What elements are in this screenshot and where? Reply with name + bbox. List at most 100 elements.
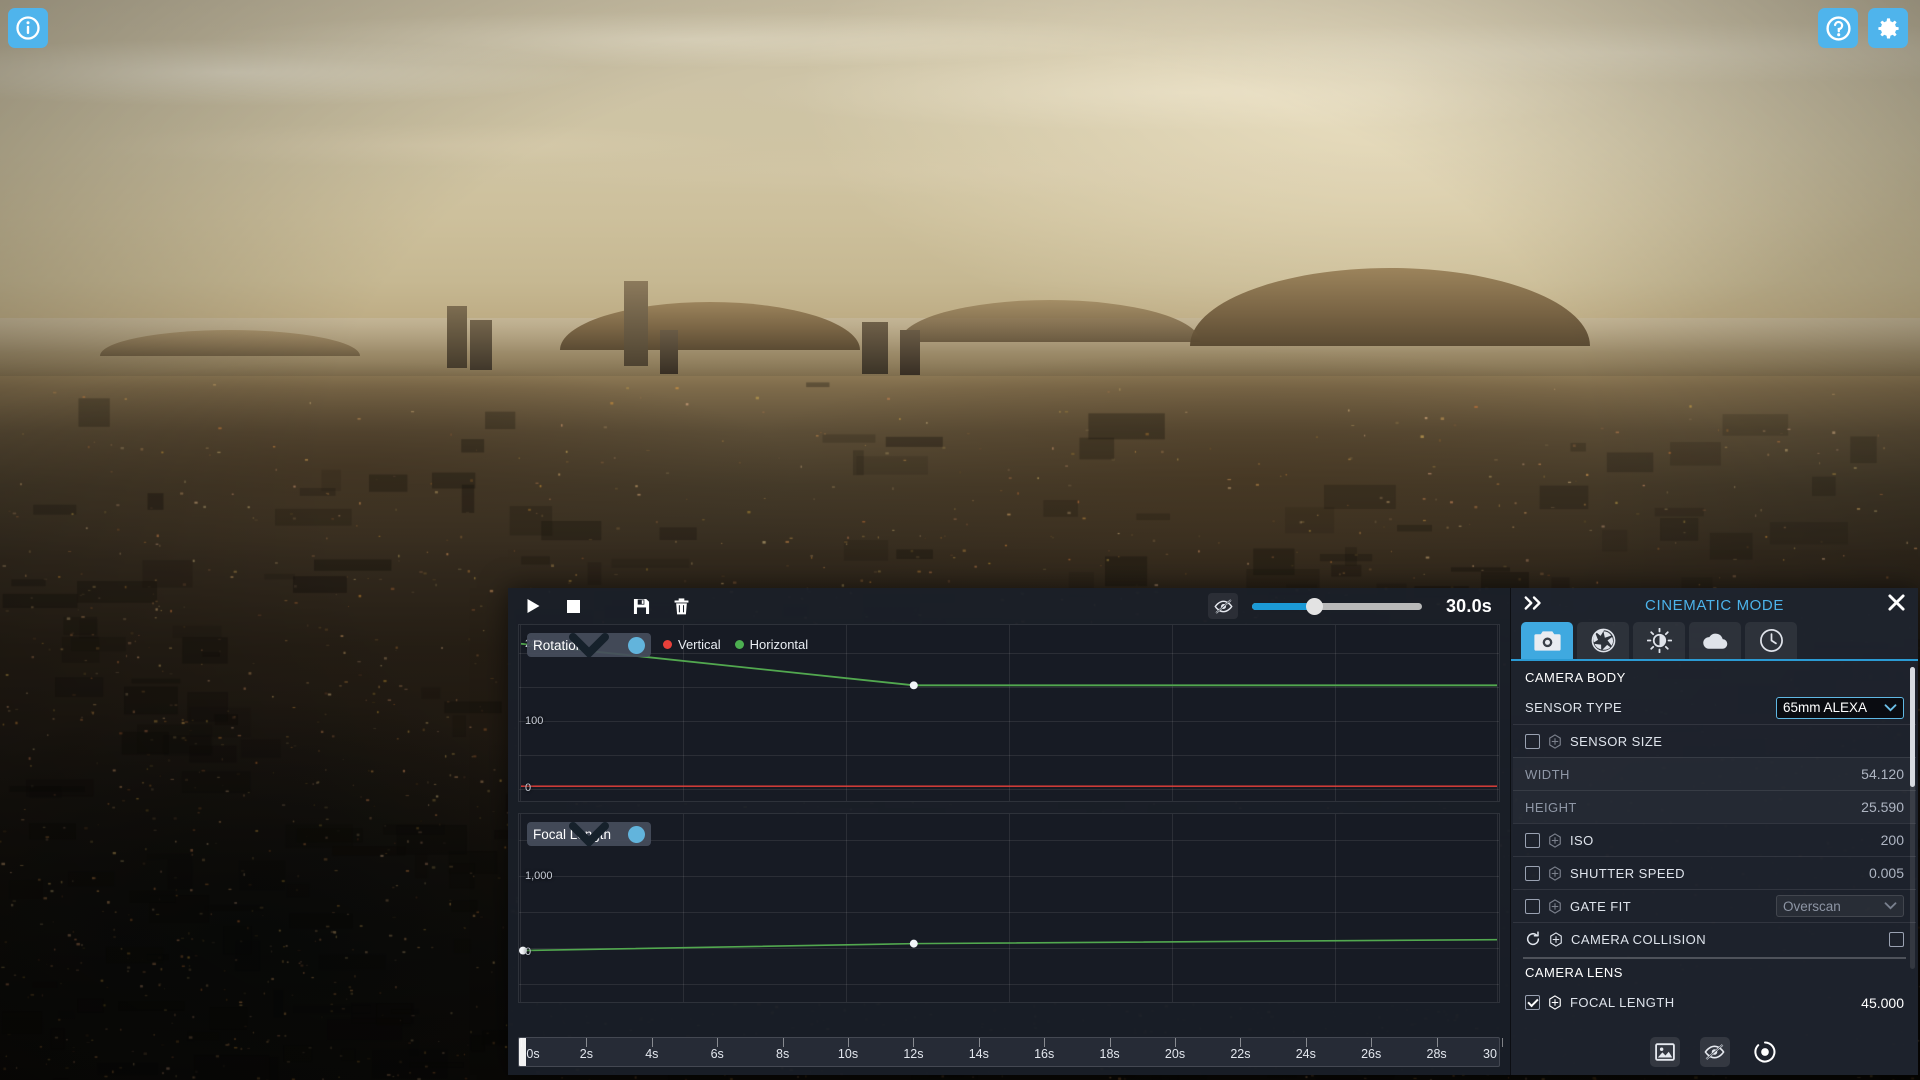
section-divider (1523, 957, 1906, 959)
row-focal-length[interactable]: FOCAL LENGTH 45.000 (1513, 986, 1916, 1019)
ruler-tick (848, 1038, 849, 1047)
toggle-curve-visibility-button[interactable] (1208, 593, 1238, 619)
legend-label-vertical: Vertical (678, 637, 721, 652)
graph-rotation-ytick-2: 0 (525, 782, 532, 794)
chevron-down-icon (569, 633, 645, 657)
row-width[interactable]: WIDTH 54.120 (1513, 757, 1916, 790)
legend-dot-horizontal (734, 640, 744, 649)
settings-footer (1511, 1029, 1918, 1075)
sensor-type-select[interactable]: 65mm ALEXA (1776, 696, 1904, 719)
play-icon (527, 599, 539, 613)
row-height-label: HEIGHT (1525, 799, 1577, 815)
graph-focal-length[interactable]: 1,000 0 Focal Length (518, 813, 1500, 1003)
tab-lens[interactable] (1577, 622, 1629, 659)
sensor-size-checkbox[interactable] (1525, 733, 1540, 749)
row-sensor-type[interactable]: SENSOR TYPE 65mm ALEXA (1513, 691, 1916, 724)
record-button[interactable] (1750, 1037, 1780, 1067)
row-iso-value: 200 (1880, 832, 1904, 848)
collapse-panel-button[interactable] (1523, 595, 1545, 616)
settings-scrollbar[interactable] (1910, 667, 1915, 787)
slider-knob[interactable] (1306, 597, 1324, 615)
delete-button[interactable] (668, 593, 694, 619)
hill-center (560, 302, 860, 350)
row-gate-fit[interactable]: GATE FIT Overscan (1513, 889, 1916, 922)
water-band (0, 318, 1920, 376)
gate-fit-value: Overscan (1783, 898, 1841, 914)
row-camera-collision[interactable]: CAMERA COLLISION (1513, 922, 1916, 955)
panel-title: CINEMATIC MODE (1645, 596, 1784, 614)
sky-clouds (0, 0, 1920, 330)
graph-rotation[interactable]: 200 100 0 Rotation Vertical (518, 624, 1500, 802)
settings-button[interactable] (1868, 8, 1908, 48)
gate-fit-select[interactable]: Overscan (1776, 895, 1904, 917)
graph-focal-wrap: 1,000 0 Focal Length (518, 813, 1500, 1003)
close-panel-button[interactable] (1887, 593, 1906, 617)
ruler-label: 16s (1034, 1047, 1055, 1061)
row-height[interactable]: HEIGHT 25.590 (1513, 790, 1916, 823)
add-keyframe-icon[interactable] (1548, 995, 1562, 1010)
add-keyframe-icon[interactable] (1548, 733, 1562, 749)
row-height-value: 25.590 (1861, 799, 1904, 815)
save-icon (633, 598, 649, 614)
tab-camera-body[interactable] (1521, 622, 1573, 659)
series-focal-length (521, 940, 1497, 951)
reset-icon[interactable] (1525, 931, 1541, 947)
hill-midright (900, 300, 1200, 342)
legend-dot-vertical (663, 640, 672, 649)
skyscraper-b (470, 320, 492, 370)
skyscraper-e (660, 330, 678, 374)
ruler-tick (1436, 1038, 1438, 1047)
focal-curve-svg (519, 814, 1499, 955)
add-keyframe-icon[interactable] (1548, 865, 1562, 881)
skyscraper-c (862, 322, 888, 374)
row-width-label: WIDTH (1525, 766, 1570, 782)
row-sensor-size-label: SENSOR SIZE (1570, 733, 1663, 749)
graph-focal-ytick-0: 1,000 (525, 870, 553, 882)
graph-rotation-ytick-1: 100 (525, 715, 544, 727)
add-keyframe-icon[interactable] (1548, 832, 1562, 848)
ruler-label: 8s (775, 1047, 790, 1061)
timeline-editor: 30.0s 100 0 Rotation Vertical Horizontal… (508, 588, 1511, 1075)
timeline-length-slider[interactable] (1252, 595, 1422, 617)
shutter-speed-checkbox[interactable] (1525, 865, 1540, 881)
row-shutter-speed[interactable]: SHUTTER SPEED 0.005 (1513, 856, 1916, 889)
terrain-haze-1 (0, 360, 800, 580)
close-icon (1888, 594, 1905, 611)
add-keyframe-icon[interactable] (1549, 931, 1563, 947)
save-button[interactable] (628, 593, 654, 619)
curve-selector-rotation[interactable]: Rotation (527, 633, 651, 657)
screenshot-button[interactable] (1649, 1037, 1680, 1067)
ruler-tick (913, 1038, 915, 1047)
curve-selector-focal-length[interactable]: Focal Length (527, 822, 651, 846)
camera-icon (1533, 630, 1561, 651)
iso-checkbox[interactable] (1525, 832, 1540, 848)
gate-fit-checkbox[interactable] (1525, 898, 1540, 914)
sensor-type-value: 65mm ALEXA (1783, 700, 1868, 715)
settings-body[interactable]: CAMERA BODY SENSOR TYPE 65mm ALEXA SENSO… (1511, 661, 1918, 1029)
tab-weather[interactable] (1689, 622, 1741, 659)
chevron-down-icon (1884, 703, 1897, 712)
row-sensor-size[interactable]: SENSOR SIZE (1513, 724, 1916, 757)
stop-button[interactable] (560, 593, 586, 619)
camera-collision-checkbox[interactable] (1889, 931, 1904, 947)
skyscraper-tall (624, 281, 648, 366)
row-iso[interactable]: ISO 200 (1513, 823, 1916, 856)
ruler-tick (1502, 1038, 1503, 1047)
graph-rotation-wrap: 200 100 0 Rotation Vertical (518, 624, 1500, 802)
aperture-icon (1591, 628, 1615, 653)
hide-ui-button[interactable] (1699, 1037, 1730, 1067)
chevron-double-right-icon (1524, 595, 1541, 610)
focal-length-checkbox[interactable] (1525, 995, 1540, 1010)
play-button[interactable] (520, 593, 546, 619)
ruler-label: 20s (1164, 1047, 1186, 1061)
tab-exposure[interactable] (1633, 622, 1685, 659)
info-button[interactable] (8, 8, 48, 48)
tab-time[interactable] (1745, 622, 1797, 659)
ruler-label: 30 (1483, 1047, 1497, 1061)
ruler-label: 10s (837, 1047, 859, 1061)
hill-right (1190, 268, 1590, 346)
timeline-ruler[interactable]: 0s 2s 4s 6s 8s 10s 12s 14s 16s 18s 20s 22s 24s 26s 28s… (518, 1037, 1503, 1067)
help-button[interactable] (1818, 8, 1858, 48)
add-keyframe-icon[interactable] (1548, 898, 1562, 914)
info-icon (16, 16, 40, 40)
